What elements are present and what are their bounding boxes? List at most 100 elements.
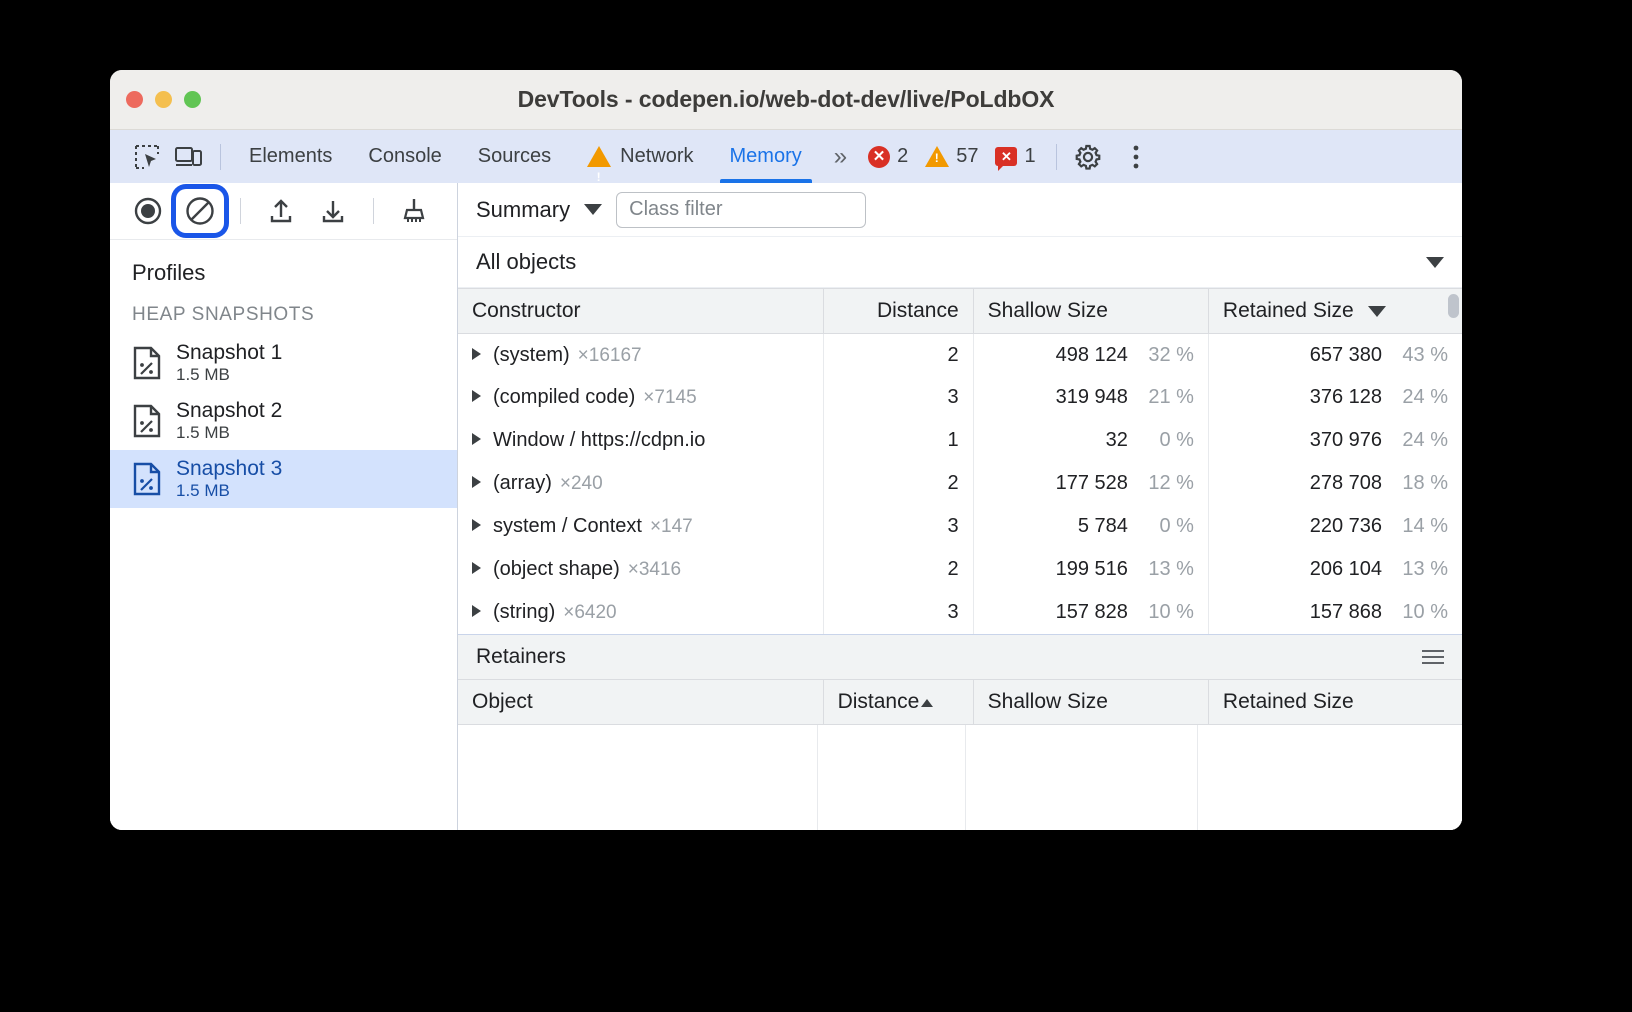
column-header-object[interactable]: Object	[458, 680, 823, 725]
error-circle-icon: ✕	[868, 146, 890, 168]
table-row[interactable]: Window / https://cdpn.io 1 320 % 370 976…	[458, 419, 1462, 462]
snapshot-size: 1.5 MB	[176, 366, 282, 385]
vertical-scrollbar-thumb[interactable]	[1448, 294, 1459, 318]
list-item-snapshot-3[interactable]: Snapshot 3 1.5 MB	[110, 450, 457, 508]
cell-retained-size: 220 73614 %	[1208, 505, 1462, 548]
class-filter-input[interactable]	[616, 192, 866, 228]
record-heap-snapshot-button[interactable]	[124, 189, 172, 233]
expand-triangle-icon[interactable]	[472, 390, 481, 402]
kebab-menu-icon[interactable]	[1115, 137, 1157, 177]
warning-triangle-icon	[925, 146, 949, 167]
column-header-distance[interactable]: Distance	[823, 288, 973, 333]
table-row[interactable]: (system)×16167 2 498 12432 % 657 38043 %	[458, 333, 1462, 376]
shallow-value: 32	[1106, 429, 1128, 452]
cell-constructor[interactable]: Window / https://cdpn.io	[458, 419, 823, 462]
table-row[interactable]: (string)×6420 3 157 82810 % 157 86810 %	[458, 591, 1462, 634]
snapshot-name: Snapshot 1	[176, 341, 282, 364]
collect-garbage-button[interactable]	[390, 189, 438, 233]
retainers-title: Retainers	[476, 645, 566, 669]
retained-percent: 43 %	[1394, 344, 1448, 367]
minimize-button[interactable]	[155, 91, 172, 108]
view-select-label[interactable]: Summary	[476, 197, 570, 223]
expand-triangle-icon[interactable]	[472, 348, 481, 360]
expand-triangle-icon[interactable]	[472, 476, 481, 488]
load-profile-button[interactable]	[257, 189, 305, 233]
shallow-percent: 0 %	[1140, 515, 1194, 538]
cell-retained-size: 370 97624 %	[1208, 419, 1462, 462]
upload-arrow-icon	[266, 196, 296, 226]
column-header-retainer-distance[interactable]: Distance	[823, 680, 973, 725]
retainers-col-retained	[1198, 725, 1462, 830]
warning-count: 57	[956, 145, 978, 168]
issues-badge[interactable]: ✕ 1	[995, 145, 1035, 168]
column-header-retained-size[interactable]: Retained Size	[1208, 288, 1462, 333]
retained-percent: 13 %	[1394, 558, 1448, 581]
devtools-tabbar: Elements Console Sources Network Memory …	[110, 130, 1462, 183]
constructor-count: ×16167	[578, 345, 642, 366]
record-circle-icon	[133, 196, 163, 226]
warning-badge[interactable]: 57	[925, 145, 978, 168]
tab-elements[interactable]: Elements	[231, 130, 350, 183]
cell-constructor[interactable]: system / Context×147	[458, 505, 823, 548]
column-header-shallow-size[interactable]: Shallow Size	[973, 288, 1208, 333]
window-traffic-lights	[126, 70, 201, 129]
tab-network[interactable]: Network	[569, 130, 711, 183]
cell-distance: 2	[823, 548, 973, 591]
cell-constructor[interactable]: (compiled code)×7145	[458, 376, 823, 419]
retained-value: 370 976	[1310, 429, 1382, 452]
expand-triangle-icon[interactable]	[472, 605, 481, 617]
broom-icon	[399, 196, 429, 226]
objects-select-label[interactable]: All objects	[476, 249, 576, 275]
warning-triangle-icon	[587, 146, 611, 167]
cell-constructor[interactable]: (array)×240	[458, 462, 823, 505]
column-header-constructor[interactable]: Constructor	[458, 288, 823, 333]
constructor-count: ×6420	[563, 602, 616, 623]
snapshot-size: 1.5 MB	[176, 424, 282, 443]
clear-stop-button[interactable]	[176, 189, 224, 233]
retainers-table-head: Object Distance Shallow Size Retained Si…	[458, 680, 1462, 725]
more-tabs-icon[interactable]: »	[820, 143, 858, 171]
cell-constructor[interactable]: (system)×16167	[458, 333, 823, 376]
chevron-down-icon[interactable]	[584, 204, 602, 215]
constructors-table-head: Constructor Distance Shallow Size Retain…	[458, 288, 1462, 333]
table-row[interactable]: (array)×240 2 177 52812 % 278 70818 %	[458, 462, 1462, 505]
tabbar-right-icons	[1067, 137, 1157, 177]
toolbar-divider-2	[373, 198, 374, 224]
retained-value: 220 736	[1310, 515, 1382, 538]
expand-triangle-icon[interactable]	[472, 562, 481, 574]
zoom-button[interactable]	[184, 91, 201, 108]
status-badges: ✕ 2 57 ✕ 1	[868, 145, 1046, 168]
table-row[interactable]: (compiled code)×7145 3 319 94821 % 376 1…	[458, 376, 1462, 419]
column-header-retainer-retained-size[interactable]: Retained Size	[1208, 680, 1462, 725]
constructors-table-body: (system)×16167 2 498 12432 % 657 38043 %	[458, 333, 1462, 634]
sort-ascending-icon	[921, 699, 933, 707]
table-row[interactable]: (object shape)×3416 2 199 51613 % 206 10…	[458, 548, 1462, 591]
tab-memory[interactable]: Memory	[712, 130, 820, 183]
close-button[interactable]	[126, 91, 143, 108]
table-row[interactable]: system / Context×147 3 5 7840 % 220 7361…	[458, 505, 1462, 548]
tab-sources[interactable]: Sources	[460, 130, 569, 183]
chevron-down-icon[interactable]	[1426, 257, 1444, 268]
expand-triangle-icon[interactable]	[472, 433, 481, 445]
retained-value: 376 128	[1310, 386, 1382, 409]
hamburger-menu-icon[interactable]	[1422, 650, 1444, 664]
list-item-snapshot-1[interactable]: Snapshot 1 1.5 MB	[110, 334, 457, 392]
inspect-element-icon[interactable]	[126, 137, 168, 177]
expand-triangle-icon[interactable]	[472, 519, 481, 531]
device-toolbar-icon[interactable]	[168, 137, 210, 177]
column-header-retainer-shallow-size[interactable]: Shallow Size	[973, 680, 1208, 725]
cell-constructor[interactable]: (string) ×6420	[458, 591, 823, 634]
retainers-header-bar: Retainers	[458, 634, 1462, 680]
profiles-title: Profiles	[110, 240, 457, 296]
cell-retained-size: 157 86810 %	[1208, 591, 1462, 634]
gear-icon[interactable]	[1067, 137, 1109, 177]
save-profile-button[interactable]	[309, 189, 357, 233]
list-item-snapshot-2[interactable]: Snapshot 2 1.5 MB	[110, 392, 457, 450]
cell-constructor[interactable]: (object shape)×3416	[458, 548, 823, 591]
error-badge[interactable]: ✕ 2	[868, 145, 908, 168]
shallow-percent: 12 %	[1140, 472, 1194, 495]
tab-console[interactable]: Console	[350, 130, 459, 183]
heap-snapshots-group-title: HEAP SNAPSHOTS	[110, 296, 457, 334]
constructor-name: (string)	[493, 601, 555, 623]
shallow-value: 5 784	[1078, 515, 1128, 538]
